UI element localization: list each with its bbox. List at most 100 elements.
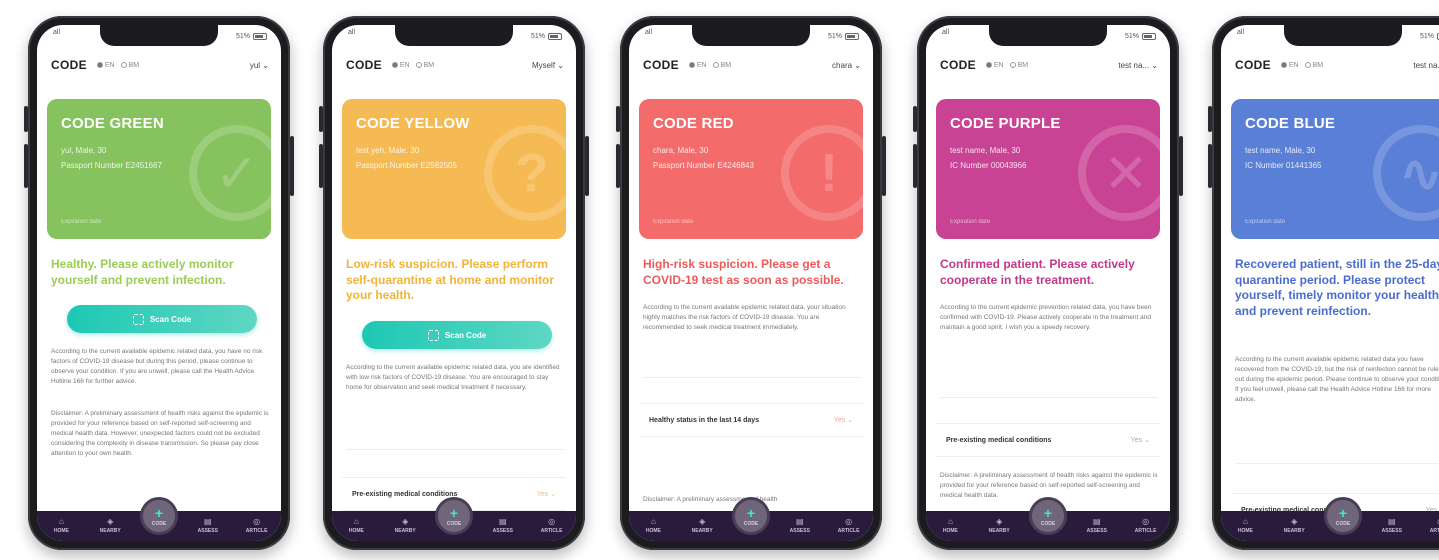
pre-existing-conditions-row[interactable]: Pre-existing medical conditions Yes ⌄ [936,423,1160,457]
clipboard-icon: ▤ [796,517,804,526]
language-switch[interactable]: EN BM [688,61,731,69]
disclaimer-text: Disclaimer: A preliminary assessment of … [51,410,269,458]
volume-button [24,144,28,188]
nav-article[interactable]: ◎ARTICLE [1126,517,1166,535]
plus-icon: + [1043,505,1053,521]
advice-text: According to the current available epide… [51,348,263,386]
volume-button [24,106,28,132]
battery-icon [548,32,562,40]
screen: all 51% CODE EN BM yul ⌄ CODE GREEN yul,… [37,25,281,541]
user-selector[interactable]: test na... ⌄ [1413,61,1439,70]
nav-article[interactable]: ◎ARTICLE [829,518,869,535]
nav-nearby[interactable]: ◈ NEARBY [979,517,1019,535]
home-icon: ⌂ [1242,517,1248,526]
notch [692,25,810,46]
battery-level: 51% [827,32,842,40]
user-selector[interactable]: test na... ⌄ [1118,61,1158,70]
lang-option-bm[interactable]: BM [1304,62,1323,69]
battery-icon [845,32,859,40]
check-icon: ✓ [189,125,271,221]
question-icon: ? [484,125,566,221]
nav-article[interactable]: ◎ARTICLE [532,518,572,535]
home-icon: ⌂ [650,517,656,526]
nav-code-button[interactable]: + CODE [1029,497,1067,535]
location-icon: ◈ [107,517,114,526]
nav-code-button[interactable]: + CODE [1324,497,1362,535]
user-selector[interactable]: yul ⌄ [250,61,269,70]
language-switch[interactable]: EN BM [391,62,434,69]
nav-assess[interactable]: ▤ ASSESS [188,517,228,535]
language-switch[interactable]: EN BM [96,61,139,69]
health-code-card: CODE RED chara, Male, 30 Passport Number… [639,99,863,239]
lang-option-bm[interactable]: BM [415,62,434,69]
health-code-card: CODE BLUE test name, Male, 30 IC Number … [1231,99,1439,239]
lang-option-bm[interactable]: BM [1009,61,1028,69]
language-switch[interactable]: EN BM [1280,61,1323,69]
nav-home[interactable]: ⌂ HOME [41,518,81,535]
lang-option-en[interactable]: EN [985,62,1004,69]
lang-option-en[interactable]: EN [1280,61,1299,69]
carrier: all [348,29,356,36]
carrier: all [1237,29,1245,36]
scan-code-button[interactable]: Scan Code [67,305,257,333]
row-value: Yes ⌄ [536,491,556,498]
advice-text: According to the current available epide… [643,304,846,332]
lang-option-en[interactable]: EN [391,62,410,69]
lang-option-bm[interactable]: BM [120,61,139,69]
article-icon: ◎ [1142,517,1150,526]
battery-icon [1142,32,1156,40]
radio-icon [688,61,695,68]
nav-home[interactable]: ⌂ HOME [336,518,376,535]
carrier: all [942,29,950,36]
user-selector[interactable]: chara ⌄ [832,61,861,70]
volume-button [913,144,917,188]
scan-icon [427,329,439,341]
nav-home[interactable]: ⌂ HOME [1225,517,1265,535]
phone-code-purple: all 51% CODE EN BM test na... ⌄ CODE PUR… [913,16,1183,550]
user-selector[interactable]: Myself ⌄ [532,61,564,70]
cross-icon: ✕ [1078,125,1160,221]
expiration-label: Expiration date [950,219,991,225]
battery-level: 51% [1124,32,1139,40]
nav-article[interactable]: ◎ARTICLE [1421,518,1439,535]
healthy-status-row[interactable]: Healthy status in the last 14 days Yes ⌄ [639,403,863,437]
phone-code-blue: all 51% CODE EN BM test na... ⌄ CODE BLU… [1208,16,1439,550]
lang-option-en[interactable]: EN [96,62,115,69]
nav-article[interactable]: ◎ARTICLE [237,518,277,535]
scan-icon [132,313,144,325]
screen: all 51% CODE EN BM Myself ⌄ CODE YELLOW … [332,25,576,541]
lang-option-en[interactable]: EN [688,61,707,69]
screen: all 51% CODE EN BM test na... ⌄ CODE BLU… [1221,25,1439,541]
nav-nearby[interactable]: ◈ NEARBY [90,517,130,535]
nav-assess[interactable]: ▤ ASSESS [483,518,523,535]
radio-icon [1009,61,1016,68]
home-icon: ⌂ [947,517,953,526]
language-switch[interactable]: EN BM [985,61,1028,69]
clipboard-icon: ▤ [204,517,212,526]
nav-nearby[interactable]: ◈ NEARBY [1274,518,1314,535]
radio-icon [120,61,127,68]
status-headline: Recovered patient, still in the 25-day q… [1235,257,1439,318]
scan-code-button[interactable]: Scan Code [362,321,552,349]
app-bar: CODE EN BM test na... ⌄ [940,55,1158,75]
lang-option-bm[interactable]: BM [712,62,731,69]
nav-code-button[interactable]: + CODE [435,497,473,535]
expiration-label: Expiration date [61,219,102,225]
volume-button [1208,144,1212,188]
nav-code-button[interactable]: + CODE [732,497,770,535]
nav-home[interactable]: ⌂ HOME [930,517,970,535]
nav-assess[interactable]: ▤ ASSESS [1372,518,1412,535]
location-icon: ◈ [699,517,706,526]
notch [1284,25,1402,46]
nav-home[interactable]: ⌂ HOME [633,517,673,535]
notch [100,25,218,46]
nav-assess[interactable]: ▤ ASSESS [1077,518,1117,535]
location-icon: ◈ [996,517,1003,526]
brand-logo: CODE [940,58,976,72]
nav-assess[interactable]: ▤ ASSESS [780,517,820,535]
nav-code-button[interactable]: + CODE [140,497,178,535]
status-headline: Healthy. Please actively monitor yoursel… [51,257,234,287]
nav-nearby[interactable]: ◈ NEARBY [682,517,722,535]
radio-icon [1280,61,1287,68]
nav-nearby[interactable]: ◈ NEARBY [385,518,425,535]
